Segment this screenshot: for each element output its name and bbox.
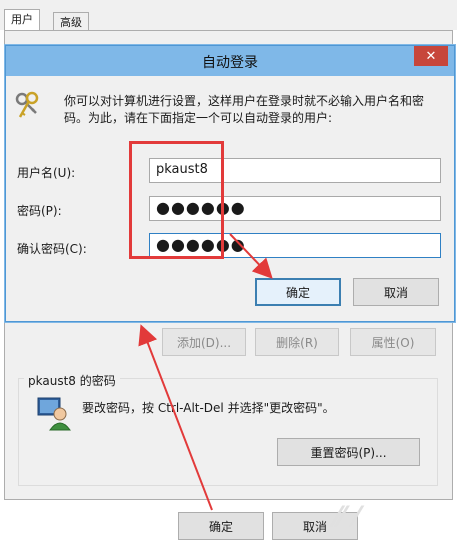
watermark: ⁄⁄ ⁄	[335, 500, 359, 533]
annotation-arrows	[138, 233, 273, 511]
arrow-from-footer-icon	[138, 324, 213, 511]
arrow-to-ok-icon	[229, 233, 273, 279]
